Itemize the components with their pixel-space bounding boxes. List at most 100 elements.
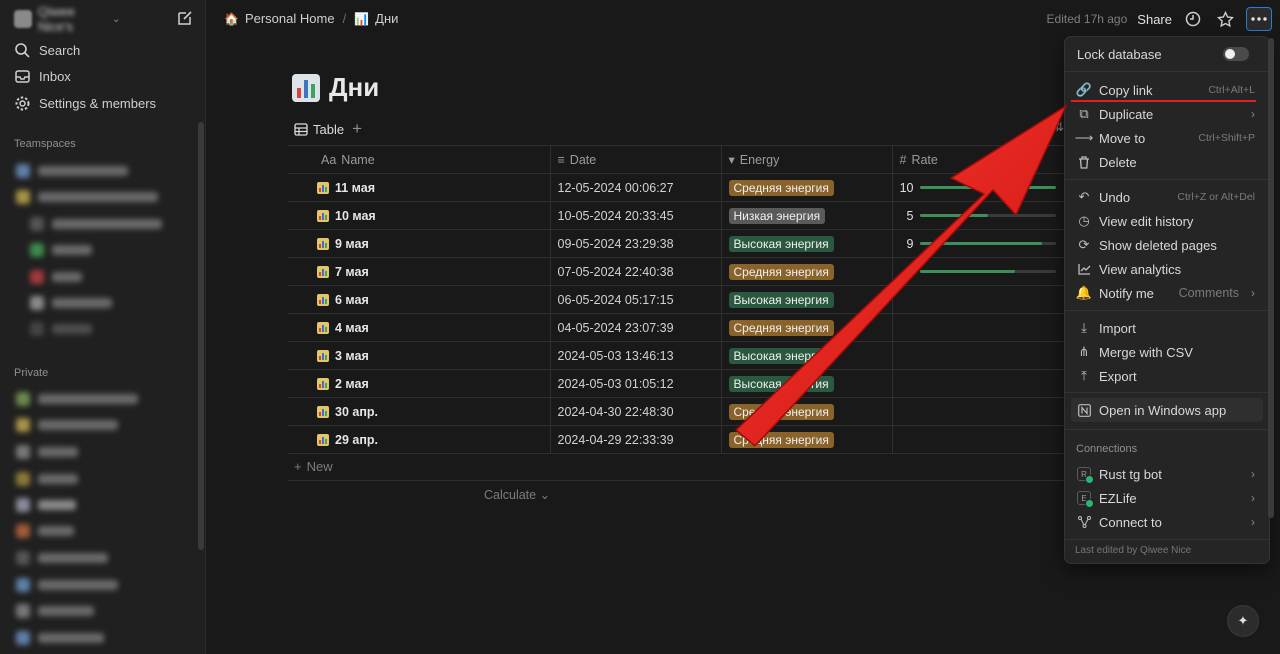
sidebar-blurred-item[interactable]: [16, 164, 128, 178]
main-scrollbar[interactable]: [1268, 38, 1274, 518]
table-row[interactable]: 7 мая 07-05-2024 22:40:38 Средняя энерги…: [288, 257, 1078, 286]
sidebar-blurred-item[interactable]: [16, 631, 104, 645]
clock-icon[interactable]: [1182, 8, 1204, 30]
cell-name[interactable]: 3 мая: [288, 341, 550, 370]
cell-name[interactable]: 11 мая: [288, 173, 550, 202]
sidebar-blurred-item[interactable]: [16, 445, 78, 459]
cell-name[interactable]: 9 мая: [288, 229, 550, 258]
cell-energy[interactable]: Высокая энергия: [720, 285, 892, 314]
cell-energy[interactable]: Средняя энергия: [720, 257, 892, 286]
sidebar-item-search[interactable]: Search: [14, 40, 80, 60]
menu-item-view-edit-history[interactable]: ◷ View edit history: [1071, 209, 1263, 233]
cell-date[interactable]: 06-05-2024 05:17:15: [549, 285, 721, 314]
breadcrumb-home[interactable]: Personal Home: [245, 11, 335, 26]
cell-name[interactable]: 30 апр.: [288, 397, 550, 426]
sidebar-item-inbox[interactable]: Inbox: [14, 66, 71, 86]
menu-item-move-to[interactable]: ⟶ Move to Ctrl+Shift+P: [1071, 126, 1263, 150]
table-row[interactable]: 11 мая 12-05-2024 00:06:27 Средняя энерг…: [288, 173, 1078, 202]
table-row[interactable]: 2 мая 2024-05-03 01:05:12 Высокая энерги…: [288, 369, 1078, 398]
cell-energy[interactable]: Высокая энергия: [720, 369, 892, 398]
lock-toggle[interactable]: [1223, 47, 1249, 61]
new-page-icon[interactable]: [176, 9, 194, 27]
sidebar-blurred-item[interactable]: [16, 604, 94, 618]
menu-item-connection-rust-tg-bot[interactable]: R Rust tg bot ›: [1071, 462, 1263, 486]
sidebar-blurred-item[interactable]: [30, 270, 82, 284]
tab-table[interactable]: Table: [294, 122, 344, 137]
cell-rate[interactable]: 9: [891, 229, 1078, 258]
cell-rate[interactable]: [891, 285, 1078, 314]
calculate-button[interactable]: Calculate ⌄: [484, 487, 550, 502]
cell-date[interactable]: 07-05-2024 22:40:38: [549, 257, 721, 286]
table-row[interactable]: 9 мая 09-05-2024 23:29:38 Высокая энерги…: [288, 229, 1078, 258]
cell-energy[interactable]: Средняя энергия: [720, 173, 892, 202]
ai-assistant-button[interactable]: ✦: [1228, 606, 1258, 636]
menu-item-duplicate[interactable]: ⧉ Duplicate ›: [1071, 102, 1263, 126]
cell-rate[interactable]: [891, 313, 1078, 342]
menu-item-open-windows-app[interactable]: Open in Windows app: [1071, 398, 1263, 422]
cell-energy[interactable]: Высокая энергия: [720, 229, 892, 258]
menu-item-notify-me[interactable]: 🔔 Notify me Comments ›: [1071, 281, 1263, 305]
table-row[interactable]: 30 апр. 2024-04-30 22:48:30 Средняя энер…: [288, 397, 1078, 426]
menu-item-undo[interactable]: ↶ Undo Ctrl+Z or Alt+Del: [1071, 185, 1263, 209]
menu-item-show-deleted[interactable]: ⟳ Show deleted pages: [1071, 233, 1263, 257]
sidebar-blurred-item[interactable]: [30, 217, 162, 231]
add-view-icon[interactable]: +: [352, 119, 362, 139]
sidebar-blurred-item[interactable]: [16, 578, 118, 592]
share-button[interactable]: Share: [1137, 12, 1172, 27]
menu-item-merge-csv[interactable]: ⋔ Merge with CSV: [1071, 340, 1263, 364]
cell-date[interactable]: 2024-05-03 01:05:12: [549, 369, 721, 398]
menu-item-connection-ezlife[interactable]: E EZLife ›: [1071, 486, 1263, 510]
cell-date[interactable]: 04-05-2024 23:07:39: [549, 313, 721, 342]
cell-energy[interactable]: Средняя энергия: [720, 313, 892, 342]
breadcrumb-page[interactable]: Дни: [375, 11, 398, 26]
cell-name[interactable]: 29 апр.: [288, 425, 550, 454]
cell-name[interactable]: 4 мая: [288, 313, 550, 342]
page-title-text[interactable]: Дни: [329, 72, 379, 103]
sidebar-scrollbar[interactable]: [198, 122, 204, 550]
sidebar-blurred-item[interactable]: [30, 322, 92, 336]
sidebar-blurred-item[interactable]: [30, 296, 112, 310]
table-row[interactable]: 10 мая 10-05-2024 20:33:45 Низкая энерги…: [288, 201, 1078, 230]
cell-rate[interactable]: [891, 341, 1078, 370]
cell-name[interactable]: 2 мая: [288, 369, 550, 398]
cell-name[interactable]: 10 мая: [288, 201, 550, 230]
cell-rate[interactable]: [891, 369, 1078, 398]
menu-item-import[interactable]: ⤓ Import: [1071, 316, 1263, 340]
cell-rate[interactable]: [891, 257, 1078, 286]
table-row[interactable]: 3 мая 2024-05-03 13:46:13 Высокая энерги…: [288, 341, 1078, 370]
sidebar-item-settings[interactable]: Settings & members: [14, 93, 156, 113]
cell-date[interactable]: 2024-04-29 22:33:39: [549, 425, 721, 454]
menu-item-view-analytics[interactable]: View analytics: [1071, 257, 1263, 281]
sidebar-blurred-item[interactable]: [16, 551, 108, 565]
cell-rate[interactable]: [891, 397, 1078, 426]
chart-icon[interactable]: [291, 73, 321, 103]
cell-date[interactable]: 12-05-2024 00:06:27: [549, 173, 721, 202]
sidebar-blurred-item[interactable]: [16, 524, 74, 538]
column-rate[interactable]: # Rate: [891, 145, 1078, 174]
cell-date[interactable]: 2024-05-03 13:46:13: [549, 341, 721, 370]
workspace-switcher[interactable]: Qiwee Nice's ⌄: [14, 4, 120, 34]
cell-rate[interactable]: 5: [891, 201, 1078, 230]
cell-energy[interactable]: Низкая энергия: [720, 201, 892, 230]
cell-energy[interactable]: Средняя энергия: [720, 397, 892, 426]
column-name[interactable]: Aa Name: [288, 145, 550, 174]
more-options-button[interactable]: [1246, 7, 1272, 31]
sidebar-blurred-item[interactable]: [16, 498, 76, 512]
star-icon[interactable]: [1214, 8, 1236, 30]
sidebar-blurred-item[interactable]: [16, 418, 118, 432]
table-row[interactable]: 6 мая 06-05-2024 05:17:15 Высокая энерги…: [288, 285, 1078, 314]
new-row-button[interactable]: + New: [294, 459, 333, 474]
cell-rate[interactable]: [891, 425, 1078, 454]
menu-item-copy-link[interactable]: 🔗 Copy link Ctrl+Alt+L: [1071, 78, 1263, 102]
table-row[interactable]: 29 апр. 2024-04-29 22:33:39 Средняя энер…: [288, 425, 1078, 454]
cell-date[interactable]: 2024-04-30 22:48:30: [549, 397, 721, 426]
cell-energy[interactable]: Средняя энергия: [720, 425, 892, 454]
column-date[interactable]: ≡ Date: [549, 145, 721, 174]
column-energy[interactable]: ▾ Energy: [720, 145, 892, 174]
table-row[interactable]: 4 мая 04-05-2024 23:07:39 Средняя энерги…: [288, 313, 1078, 342]
cell-date[interactable]: 10-05-2024 20:33:45: [549, 201, 721, 230]
cell-date[interactable]: 09-05-2024 23:29:38: [549, 229, 721, 258]
sidebar-blurred-item[interactable]: [30, 243, 92, 257]
sidebar-blurred-item[interactable]: [16, 392, 138, 406]
sidebar-blurred-item[interactable]: [16, 472, 78, 486]
